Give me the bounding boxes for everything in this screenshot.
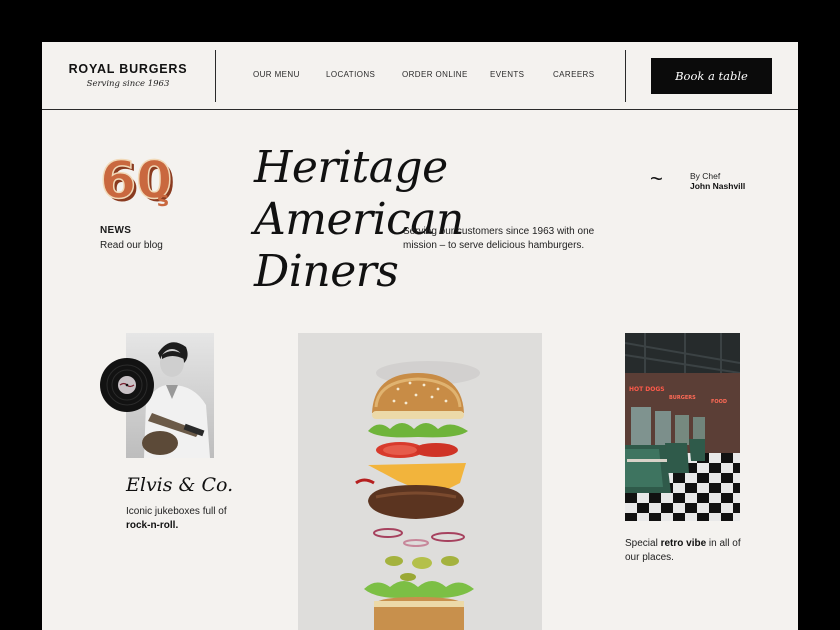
page: ROYAL BURGERS Serving since 1963 OUR MEN… <box>42 42 798 630</box>
svg-text:s: s <box>157 187 169 211</box>
read-blog-link[interactable]: Read our blog <box>100 240 163 251</box>
elvis-card-description: Iconic jukeboxes full of rock-n-roll. <box>126 506 227 531</box>
tilde-divider: ~ <box>650 166 663 191</box>
header-divider-right <box>625 50 626 102</box>
brand-name: ROYAL BURGERS <box>68 62 188 76</box>
brand-logo[interactable]: ROYAL BURGERS Serving since 1963 <box>68 62 188 89</box>
diner-card-description: Special retro vibe in all of our places. <box>625 538 741 563</box>
hero-title: Heritage American Diners <box>254 142 614 298</box>
svg-text:BURGERS: BURGERS <box>669 395 696 401</box>
chef-name: John Nashvill <box>690 181 746 191</box>
nav-locations[interactable]: LOCATIONS <box>326 70 375 79</box>
news-heading: NEWS <box>100 225 132 236</box>
chef-byline: By Chef <box>690 171 721 181</box>
svg-text:FOOD: FOOD <box>711 399 727 405</box>
nav-careers[interactable]: CAREERS <box>553 70 594 79</box>
svg-text:HOT DOGS: HOT DOGS <box>629 386 665 393</box>
header-divider-left <box>215 50 216 102</box>
sixties-badge: 60 60 s <box>99 150 175 214</box>
burger-photo <box>298 333 542 630</box>
elvis-card-title: Elvis & Co. <box>126 474 234 496</box>
hero-description: Serving our customers since 1963 with on… <box>403 226 595 251</box>
diner-interior-photo: HOT DOGS BURGERS FOOD <box>625 333 740 521</box>
nav-our-menu[interactable]: OUR MENU <box>253 70 300 79</box>
brand-tagline: Serving since 1963 <box>86 79 170 89</box>
site-header: ROYAL BURGERS Serving since 1963 OUR MEN… <box>42 42 798 110</box>
nav-events[interactable]: EVENTS <box>490 70 524 79</box>
book-table-button[interactable]: Book a table <box>651 58 772 94</box>
hero-title-line2: Diners <box>254 246 399 297</box>
nav-order-online[interactable]: ORDER ONLINE <box>402 70 468 79</box>
vinyl-record-icon <box>100 358 154 412</box>
